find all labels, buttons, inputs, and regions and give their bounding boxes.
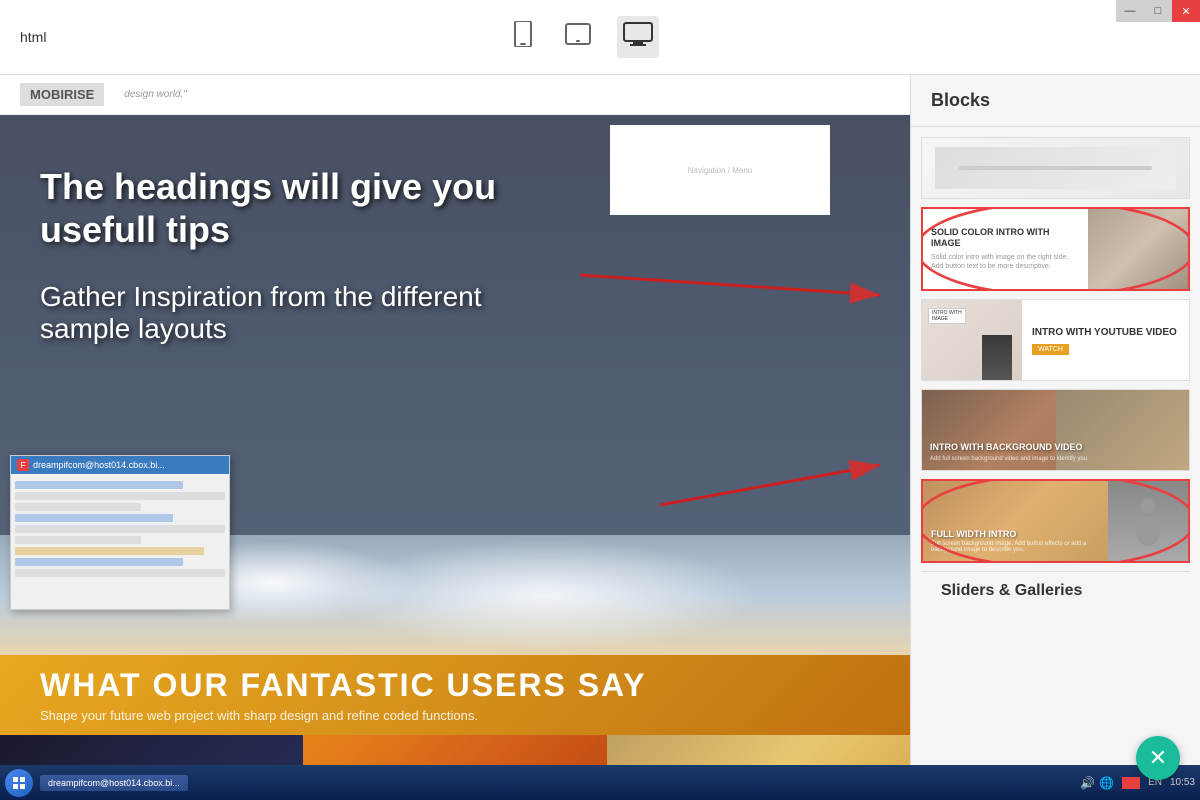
testimonials-heading: WHAT OUR FANTASTIC USERS SAY xyxy=(40,667,647,704)
preview-header: MOBIRISE design world." xyxy=(0,75,910,115)
top-bar: html xyxy=(0,0,1200,75)
chat-row-8 xyxy=(15,558,183,566)
chat-row-5 xyxy=(15,525,225,533)
yt-mini-label: INTRO WITHIMAGE xyxy=(928,308,966,324)
hero-text-2: Gather Inspiration from the different sa… xyxy=(40,281,540,345)
taskbar-time: 10:53 xyxy=(1170,777,1195,788)
block-solid-right-img xyxy=(1088,209,1188,289)
blocks-list: SOLID COLOR INTRO WITH IMAGE Solid color… xyxy=(911,127,1200,765)
chat-row-3 xyxy=(15,503,141,511)
chat-body xyxy=(11,474,229,609)
maximize-button[interactable]: □ xyxy=(1144,0,1172,22)
block-fullwidth-right xyxy=(1108,481,1188,561)
minimize-button[interactable]: — xyxy=(1116,0,1144,22)
block-fullwidth-desc: Full screen background image. Add button… xyxy=(931,541,1100,553)
close-button[interactable]: ✕ xyxy=(1172,0,1200,22)
chat-row-9 xyxy=(15,569,225,577)
block-solid-right xyxy=(1088,209,1188,289)
block-youtube-right: INTRO WITH YOUTUBE VIDEO WATCH xyxy=(1022,300,1189,380)
preview-img-dark xyxy=(0,735,303,765)
block-fullwidth-intro[interactable]: FULL WIDTH INTRO Full screen background … xyxy=(921,479,1190,563)
chat-title-text: dreampifcom@host014.cbox.bi... xyxy=(33,460,165,470)
block-bgvideo-intro[interactable]: INTRO WITH BACKGROUND VIDEO Add full scr… xyxy=(921,389,1190,471)
chat-row-2 xyxy=(15,492,225,500)
preview-img-sunset xyxy=(303,735,606,765)
block-youtube-intro[interactable]: INTRO WITHIMAGE INTRO WITH YOUTUBE VIDEO… xyxy=(921,299,1190,381)
block-solid-intro[interactable]: SOLID COLOR INTRO WITH IMAGE Solid color… xyxy=(921,207,1190,291)
block-fullwidth-left: FULL WIDTH INTRO Full screen background … xyxy=(923,481,1108,561)
chat-window[interactable]: F dreampifcom@host014.cbox.bi... xyxy=(10,455,230,610)
mobile-view-button[interactable] xyxy=(507,15,539,59)
taskbar-icons: 🔊 🌐 xyxy=(1080,776,1114,790)
block-solid-desc: Solid color intro with image on the righ… xyxy=(931,253,1080,271)
preview-logo: MOBIRISE xyxy=(20,83,104,106)
taskbar-right: 🔊 🌐 EN 10:53 xyxy=(1080,776,1195,790)
block-youtube-left: INTRO WITHIMAGE xyxy=(922,300,1022,380)
preview-testimonials: WHAT OUR FANTASTIC USERS SAY Shape your … xyxy=(0,655,910,735)
block-youtube-preview: INTRO WITHIMAGE xyxy=(922,300,1022,380)
taskbar: dreampifcom@host014.cbox.bi... 🔊 🌐 EN 10… xyxy=(0,765,1200,800)
block-fullwidth-title: FULL WIDTH INTRO xyxy=(931,529,1100,539)
tablet-view-button[interactable] xyxy=(559,17,597,57)
block-bgvideo-desc: Add full screen background video and ima… xyxy=(930,456,1089,462)
desktop-view-button[interactable] xyxy=(617,16,659,58)
taskbar-flag xyxy=(1122,777,1140,789)
block-top-inner xyxy=(935,147,1175,189)
block-solid-intro-content: SOLID COLOR INTRO WITH IMAGE Solid color… xyxy=(923,209,1188,289)
chat-row-7 xyxy=(15,547,204,555)
chat-row-1 xyxy=(15,481,183,489)
yt-mini-person xyxy=(982,335,1012,380)
block-item-top[interactable] xyxy=(921,137,1190,199)
block-yt-btn[interactable]: WATCH xyxy=(1032,344,1069,355)
taskbar-chat-btn[interactable]: dreampifcom@host014.cbox.bi... xyxy=(40,775,188,791)
hero-text-1: The headings will give you usefull tips xyxy=(40,165,540,251)
block-fullwidth-intro-content: FULL WIDTH INTRO Full screen background … xyxy=(923,481,1188,561)
canvas-area: MOBIRISE design world." Navigation / Men… xyxy=(0,75,910,765)
chat-row-6 xyxy=(15,536,141,544)
block-youtube-title: INTRO WITH YOUTUBE VIDEO xyxy=(1032,326,1179,339)
block-top-bar xyxy=(959,166,1151,170)
block-bgvideo-title: INTRO WITH BACKGROUND VIDEO xyxy=(930,442,1089,454)
chat-title-icon: F xyxy=(17,459,29,471)
block-item-top-preview xyxy=(922,138,1189,198)
sidebar: Blocks SOLID COLOR INT xyxy=(910,75,1200,765)
preview-content: MOBIRISE design world." Navigation / Men… xyxy=(0,75,910,765)
block-fw-person xyxy=(1108,481,1188,561)
chat-title-bar: F dreampifcom@host014.cbox.bi... xyxy=(11,456,229,474)
sidebar-title: Blocks xyxy=(911,75,1200,127)
chat-row-4 xyxy=(15,514,173,522)
device-switcher xyxy=(507,15,659,59)
block-solid-left: SOLID COLOR INTRO WITH IMAGE Solid color… xyxy=(923,209,1088,289)
block-youtube-intro-content: INTRO WITHIMAGE INTRO WITH YOUTUBE VIDEO… xyxy=(922,300,1189,380)
quote-text: design world." xyxy=(124,89,186,100)
filename-label: html xyxy=(20,29,46,45)
preview-white-box: Navigation / Menu xyxy=(610,125,830,215)
sliders-galleries-label: Sliders & Galleries xyxy=(921,571,1190,605)
preview-images xyxy=(0,735,910,765)
preview-img-desert xyxy=(607,735,910,765)
block-solid-title: SOLID COLOR INTRO WITH IMAGE xyxy=(931,227,1080,250)
start-button[interactable] xyxy=(5,769,33,797)
testimonials-sub: Shape your future web project with sharp… xyxy=(40,708,647,723)
block-bgvideo-preview: INTRO WITH BACKGROUND VIDEO Add full scr… xyxy=(922,390,1189,470)
